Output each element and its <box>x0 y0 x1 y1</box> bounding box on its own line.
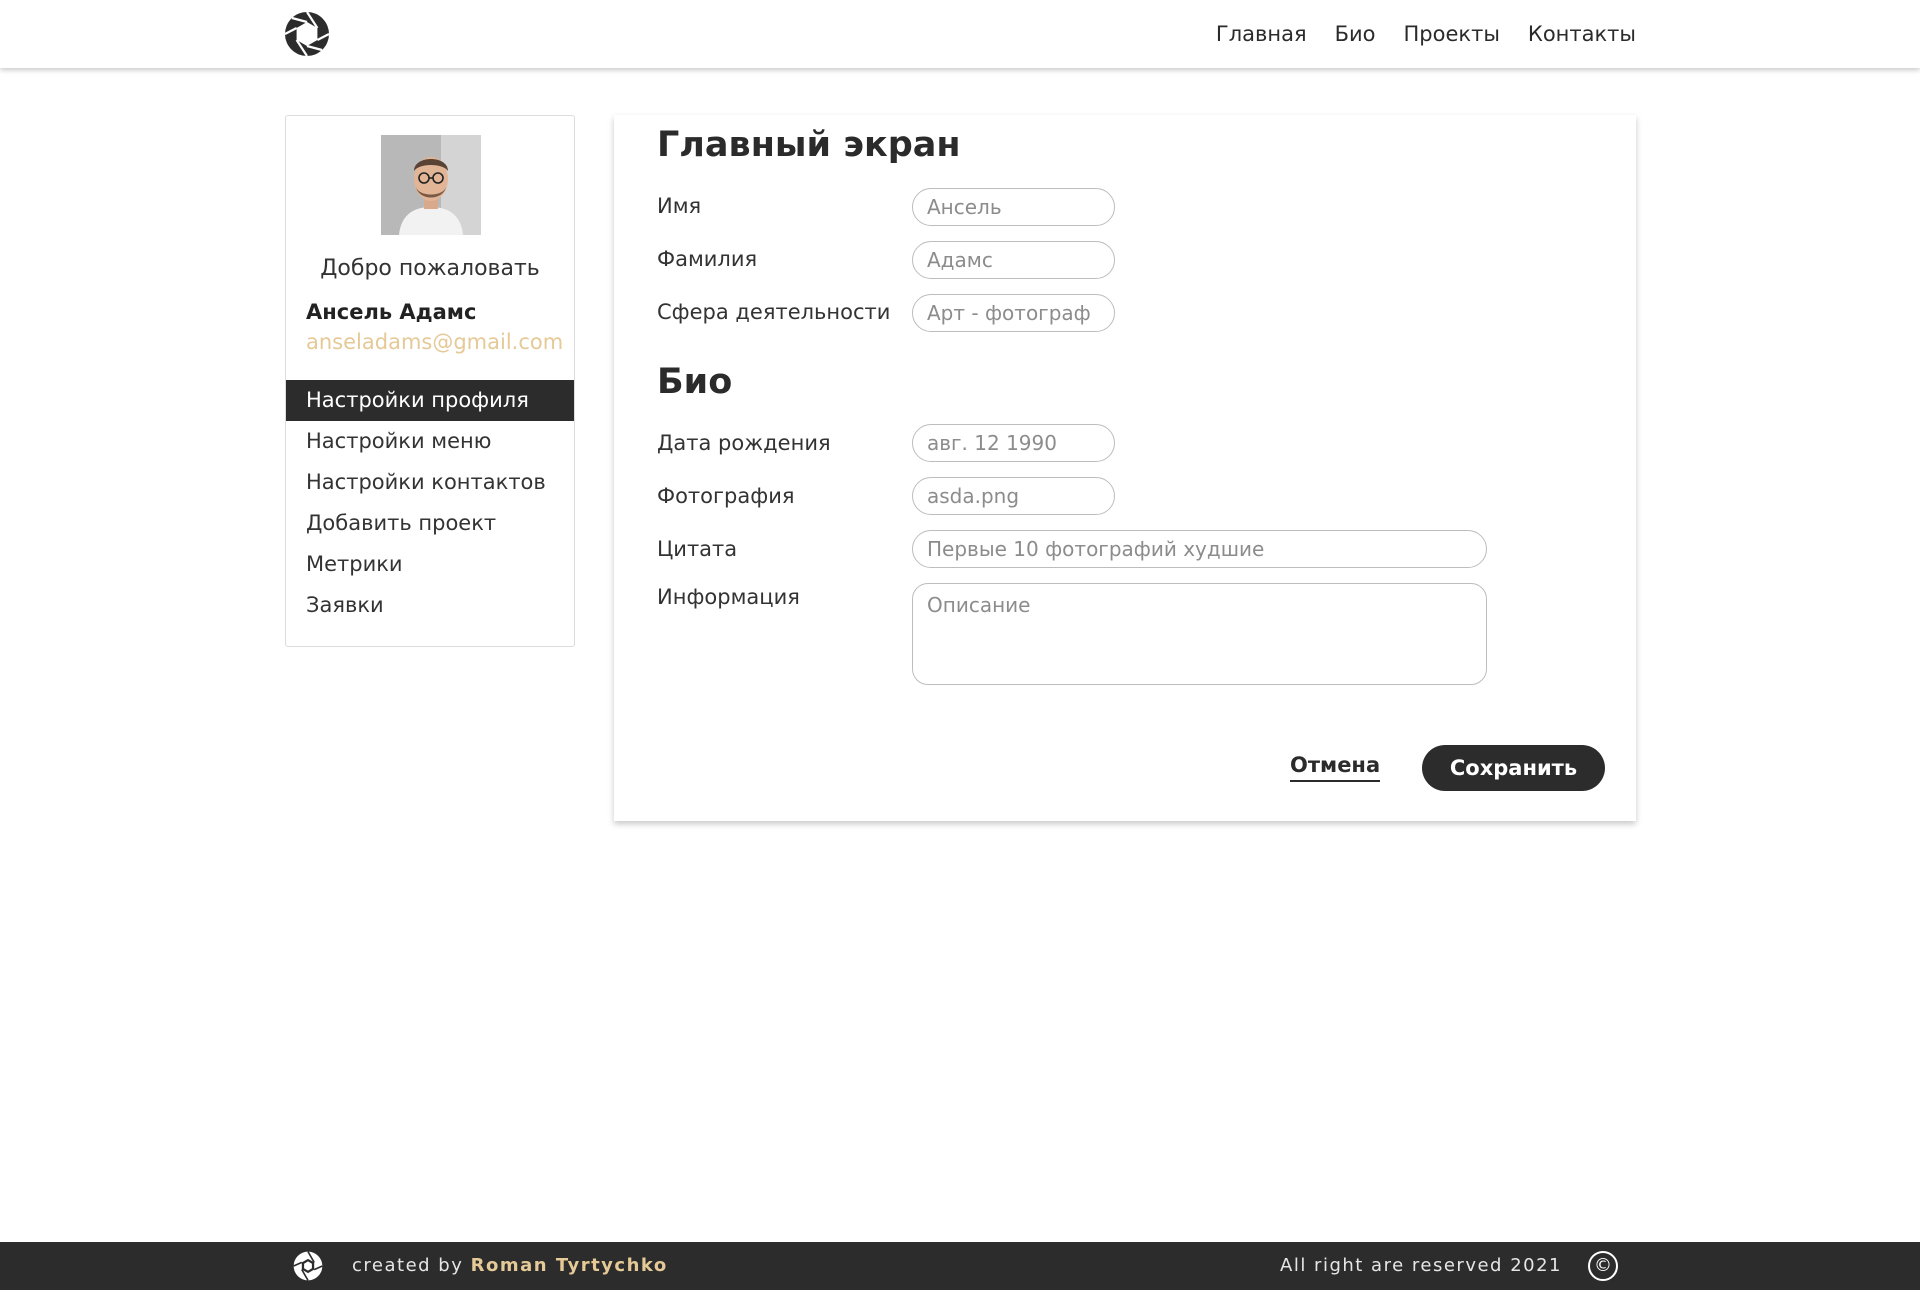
nav-home[interactable]: Главная <box>1216 22 1307 46</box>
nav-projects[interactable]: Проекты <box>1404 22 1500 46</box>
sidebar-item-add-project[interactable]: Добавить проект <box>286 503 574 544</box>
sidebar-item-profile-settings[interactable]: Настройки профиля <box>286 380 574 421</box>
rights-text: All right are reserved 2021 <box>1280 1255 1562 1276</box>
occupation-label: Сфера деятельности <box>657 300 891 324</box>
photo-input[interactable] <box>912 477 1115 515</box>
sidebar-item-metrics[interactable]: Метрики <box>286 544 574 585</box>
avatar <box>381 135 481 235</box>
quote-label: Цитата <box>657 537 738 561</box>
sidebar-item-requests[interactable]: Заявки <box>286 585 574 626</box>
first-name-input[interactable] <box>912 188 1115 226</box>
section-title-bio: Био <box>657 362 733 402</box>
photo-label: Фотография <box>657 484 795 508</box>
page-footer: created by Roman Tyrtychko All right are… <box>0 1242 1920 1290</box>
aperture-logo-icon <box>293 1251 323 1281</box>
user-email: anseladams@gmail.com <box>306 330 564 354</box>
nav-bio[interactable]: Био <box>1335 22 1376 46</box>
user-name: Ансель Адамс <box>306 300 477 324</box>
birth-date-label: Дата рождения <box>657 431 831 455</box>
section-title-main-screen: Главный экран <box>657 125 961 165</box>
quote-input[interactable] <box>912 530 1487 568</box>
save-button[interactable]: Сохранить <box>1422 745 1605 791</box>
first-name-label: Имя <box>657 194 702 218</box>
cancel-button[interactable]: Отмена <box>1290 753 1381 782</box>
aperture-logo-icon[interactable] <box>284 11 330 57</box>
birth-date-input[interactable] <box>912 424 1115 462</box>
last-name-input[interactable] <box>912 241 1115 279</box>
top-header: Главная Био Проекты Контакты <box>0 0 1920 68</box>
copyright-icon: © <box>1588 1251 1618 1281</box>
main-nav: Главная Био Проекты Контакты <box>1216 0 1636 68</box>
sidebar-menu: Настройки профиля Настройки меню Настрой… <box>286 380 574 626</box>
sidebar-item-menu-settings[interactable]: Настройки меню <box>286 421 574 462</box>
sidebar-item-contact-settings[interactable]: Настройки контактов <box>286 462 574 503</box>
welcome-text: Добро пожаловать <box>320 256 540 281</box>
info-label: Информация <box>657 585 800 609</box>
profile-sidebar: Добро пожаловать Ансель Адамс anseladams… <box>285 115 575 647</box>
occupation-input[interactable] <box>912 294 1115 332</box>
footer-credit: created by Roman Tyrtychko <box>352 1242 668 1290</box>
nav-contacts[interactable]: Контакты <box>1528 22 1636 46</box>
settings-panel: Главный экран Имя Фамилия Сфера деятельн… <box>614 115 1636 821</box>
author-name: Roman Tyrtychko <box>470 1255 668 1276</box>
last-name-label: Фамилия <box>657 247 758 271</box>
info-textarea[interactable] <box>912 583 1487 685</box>
created-by-text: created by <box>352 1255 464 1276</box>
